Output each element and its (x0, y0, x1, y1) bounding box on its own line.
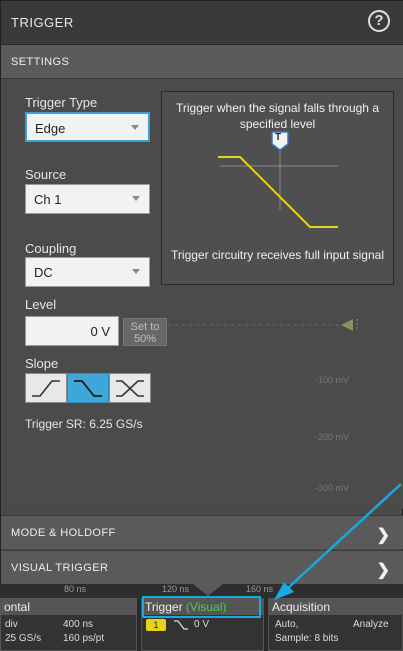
source-select[interactable]: Ch 1 (25, 184, 150, 214)
horizontal-scale-unit: div (5, 619, 18, 630)
trigger-type-select[interactable]: Edge (25, 112, 150, 142)
trigger-info-footnote: Trigger circuitry receives full input si… (171, 248, 384, 262)
chevron-right-icon: ❯ (376, 562, 390, 579)
acquisition-header: Acquisition (269, 599, 402, 615)
trigger-info-box: Trigger when the signal falls through a … (161, 91, 394, 285)
trigger-type-value: Edge (35, 121, 66, 136)
trigger-sample-rate: Trigger SR: 6.25 GS/s (25, 417, 143, 431)
time-tick-label: 120 ns (162, 584, 190, 594)
trigger-marker-icon: T (275, 132, 282, 143)
slope-rising-button[interactable] (25, 373, 67, 403)
horizontal-scale: 400 ns (63, 619, 94, 630)
trigger-level-readout: 0 V (194, 619, 210, 630)
acquisition-sample: Sample: 8 bits (275, 633, 339, 644)
mode-holdoff-section[interactable]: MODE & HOLDOFF ❯ (1, 515, 403, 549)
y-tick-label: -300 mV (315, 483, 350, 493)
trigger-type-label: Trigger Type (25, 95, 98, 110)
chevron-down-icon (131, 125, 139, 130)
visual-trigger-section[interactable]: VISUAL TRIGGER ❯ (1, 550, 403, 584)
panel-title: TRIGGER (11, 15, 74, 30)
source-label: Source (25, 167, 67, 182)
set-to-50-button[interactable]: Set to 50% (123, 318, 167, 346)
slope-label: Slope (25, 356, 59, 371)
horizontal-header: ontal (1, 599, 136, 615)
acquisition-analyze: Analyze (353, 619, 389, 630)
help-icon[interactable]: ? (368, 10, 390, 32)
falling-edge-icon (174, 620, 188, 630)
acquisition-tile[interactable]: Acquisition Auto, Analyze Sample: 8 bits (268, 598, 403, 651)
mode-holdoff-label: MODE & HOLDOFF (11, 527, 116, 539)
coupling-select[interactable]: DC (25, 257, 150, 287)
y-tick-label: -100 mV (315, 375, 350, 385)
coupling-value: DC (34, 265, 53, 280)
level-label: Level (25, 297, 57, 312)
slope-falling-button[interactable] (67, 373, 109, 403)
chevron-down-icon (132, 196, 140, 201)
trigger-panel: TRIGGER ? SETTINGS -100 mV -200 mV -300 … (0, 0, 403, 597)
sample-rate: 25 GS/s (5, 633, 42, 644)
horizontal-tile[interactable]: ontal div 400 ns 25 GS/s 160 ps/pt (0, 598, 137, 651)
record-resolution: 160 ps/pt (63, 633, 105, 644)
slope-either-button[interactable] (109, 373, 151, 403)
channel-badge: 1 (146, 619, 166, 631)
coupling-label: Coupling (25, 241, 77, 256)
settings-section-header[interactable]: SETTINGS (1, 45, 403, 79)
trigger-callout-highlight (142, 596, 261, 618)
level-input[interactable]: 0 V (25, 316, 119, 346)
falling-edge-icon (74, 380, 102, 397)
settings-label: SETTINGS (11, 56, 70, 68)
visual-trigger-label: VISUAL TRIGGER (11, 562, 109, 574)
time-tick-label: 80 ns (64, 584, 87, 594)
panel-titlebar: TRIGGER ? (1, 1, 403, 45)
y-tick-label: -200 mV (315, 432, 350, 442)
time-tick-label: 160 ns (246, 584, 274, 594)
chevron-down-icon (132, 269, 140, 274)
rising-edge-icon (32, 380, 60, 397)
either-edge-icon (116, 380, 144, 397)
chevron-right-icon: ❯ (376, 527, 390, 544)
source-value: Ch 1 (34, 192, 62, 207)
acquisition-mode: Auto, (275, 619, 299, 630)
